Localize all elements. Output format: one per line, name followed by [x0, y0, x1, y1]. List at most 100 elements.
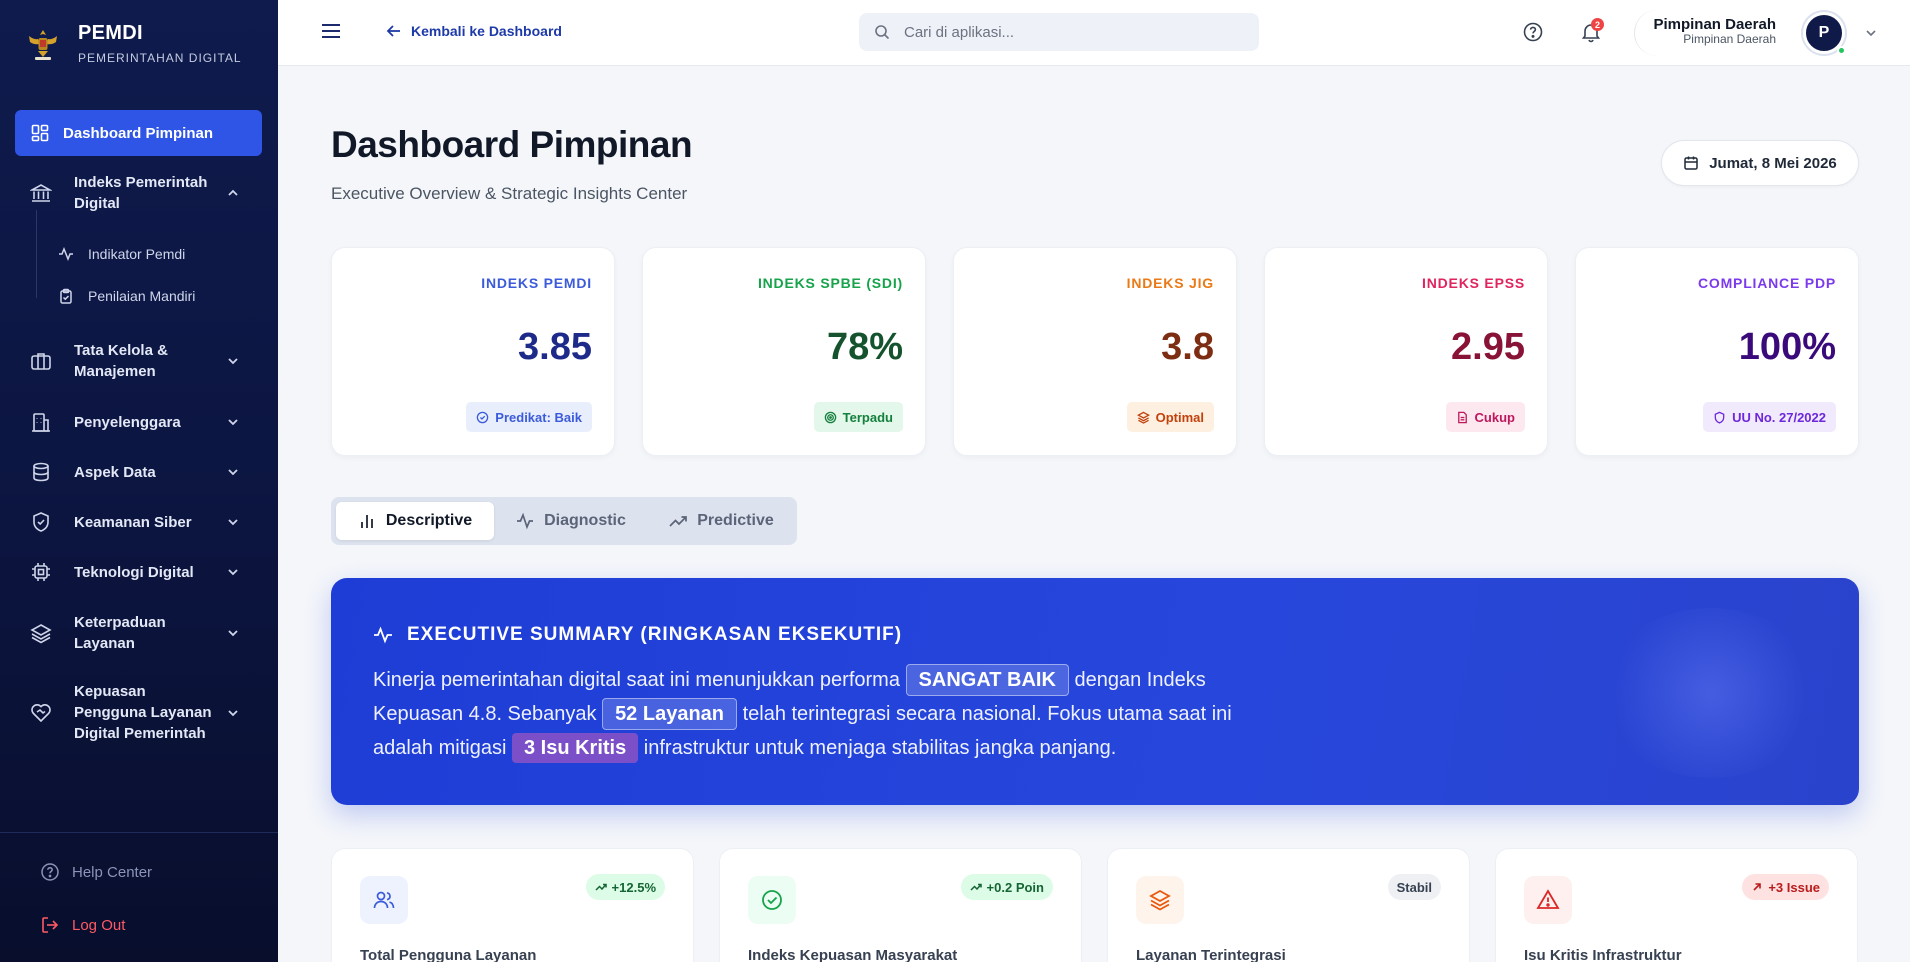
search-input[interactable] [904, 23, 1224, 41]
arrow-up-right-icon [1753, 883, 1762, 891]
sidebar-item-label: Aspek Data [74, 463, 156, 481]
help-icon[interactable] [1522, 21, 1544, 43]
kpi-card-indeks-jig[interactable]: INDEKS JIG 3.8 Optimal [953, 247, 1237, 456]
kpi-badge-label: Cukup [1474, 409, 1515, 425]
kpi-badge: Cukup [1445, 402, 1525, 432]
sidebar-item-label: Kepuasan Pengguna Layanan Digital Pemeri… [74, 683, 212, 742]
stat-card-isu-kritis[interactable]: +3 Issue Isu Kritis Infrastruktur [1495, 848, 1858, 962]
sidebar-item-label: Keterpaduan Layanan [74, 614, 166, 652]
bar-chart-icon [361, 515, 373, 528]
target-icon [824, 411, 836, 423]
page-subtitle: Executive Overview & Strategic Insights … [331, 184, 688, 203]
kpi-card-indeks-spbe[interactable]: INDEKS SPBE (SDI) 78% Terpadu [642, 247, 926, 456]
card-title: Indeks Kepuasan Masyarakat [748, 947, 958, 962]
chevron-down-icon[interactable] [226, 706, 240, 720]
kpi-badge-label: Predikat: Baik [495, 409, 582, 425]
kpi-card-compliance-pdp[interactable]: COMPLIANCE PDP 100% UU No. 27/2022 [1575, 247, 1859, 456]
stat-card-indeks-kepuasan[interactable]: +0.2 Poin Indeks Kepuasan Masyarakat [719, 848, 1082, 962]
card-icon-box [1136, 876, 1184, 924]
search-icon [875, 25, 890, 40]
sidebar-item-label: Penyelenggara [74, 413, 181, 431]
sidebar-item-label: Tata Kelola & Manajemen [74, 342, 168, 380]
trend-chip-label: +12.5% [611, 879, 656, 895]
card-title: Total Pengguna Layanan [360, 947, 537, 962]
tab-label: Predictive [697, 512, 774, 529]
kpi-label: INDEKS JIG [1126, 275, 1214, 291]
sidebar-item-keamanan-siber[interactable]: Keamanan Siber [30, 511, 240, 533]
trend-chip-label: +0.2 Poin [986, 879, 1044, 895]
chevron-down-icon[interactable] [226, 515, 240, 529]
shield-icon [1714, 411, 1725, 424]
menu-icon[interactable] [320, 20, 342, 42]
trend-chip-label: +3 Issue [1768, 879, 1820, 895]
highlight-critical-issues: 3 Isu Kritis [511, 733, 639, 763]
kpi-value: 3.85 [518, 326, 592, 368]
executive-summary-heading: EXECUTIVE SUMMARY (RINGKASAN EKSEKUTIF) [373, 624, 902, 646]
sidebar-subitem-penilaian-mandiri[interactable]: Penilaian Mandiri [58, 288, 195, 304]
bank-icon [30, 184, 52, 202]
kpi-label: COMPLIANCE PDP [1698, 275, 1836, 291]
activity-icon [374, 626, 392, 644]
stat-card-total-pengguna[interactable]: +12.5% Total Pengguna Layanan [331, 848, 694, 962]
chevron-down-icon[interactable] [226, 415, 240, 429]
layers-icon [1136, 411, 1150, 424]
stat-card-layanan-terintegrasi[interactable]: Stabil Layanan Terintegrasi [1107, 848, 1470, 962]
tab-diagnostic[interactable]: Diagnostic [496, 502, 646, 540]
sidebar-item-keterpaduan-layanan[interactable]: Keterpaduan Layanan [30, 612, 240, 654]
trend-chip: +3 Issue [1742, 874, 1829, 900]
sidebar-item-tata-kelola[interactable]: Tata Kelola & Manajemen [30, 340, 240, 382]
card-icon-box [748, 876, 796, 924]
tab-descriptive[interactable]: Descriptive [336, 502, 494, 540]
brand-subtitle: PEMERINTAHAN DIGITAL [78, 51, 242, 65]
layers-icon [30, 624, 52, 644]
date-chip[interactable]: Jumat, 8 Mei 2026 [1661, 140, 1859, 186]
kpi-badge: UU No. 27/2022 [1703, 402, 1836, 432]
analysis-tabs: Descriptive Diagnostic Predictive [331, 497, 797, 545]
status-chip: Stabil [1387, 874, 1441, 900]
sidebar-item-kepuasan-pengguna[interactable]: Kepuasan Pengguna Layanan Digital Pemeri… [30, 681, 240, 744]
sidebar-item-label: Keamanan Siber [74, 513, 192, 531]
sidebar-subitem-label: Indikator Pemdi [88, 246, 186, 262]
kpi-badge: Terpadu [813, 402, 903, 432]
help-center-link[interactable]: Help Center [40, 862, 152, 882]
building-icon [32, 413, 50, 432]
chevron-down-icon[interactable] [226, 626, 240, 640]
chevron-down-icon[interactable] [226, 565, 240, 579]
cpu-icon [32, 563, 50, 581]
chevron-up-icon[interactable] [226, 186, 240, 200]
chevron-down-icon[interactable] [1864, 26, 1878, 40]
page-title: Dashboard Pimpinan [331, 124, 693, 165]
shield-icon [33, 512, 49, 532]
sidebar-divider [0, 832, 278, 833]
logout-label: Log Out [72, 916, 126, 934]
back-to-dashboard-link[interactable]: Kembali ke Dashboard [386, 23, 562, 39]
submenu-line [36, 210, 37, 298]
trending-up-icon [595, 883, 607, 891]
chevron-down-icon[interactable] [226, 354, 240, 368]
tab-label: Diagnostic [544, 512, 626, 529]
kpi-card-indeks-epss[interactable]: INDEKS EPSS 2.95 Cukup [1264, 247, 1548, 456]
sidebar-item-penyelenggara[interactable]: Penyelenggara [30, 411, 240, 433]
user-role: Pimpinan Daerah [1683, 32, 1776, 46]
activity-icon [517, 512, 534, 530]
help-center-label: Help Center [72, 863, 153, 881]
kpi-value: 3.8 [1161, 326, 1214, 368]
chevron-down-icon[interactable] [226, 465, 240, 479]
sidebar-subitem-indikator-pemdi[interactable]: Indikator Pemdi [58, 246, 185, 262]
sidebar-item-indeks-pemerintah-digital[interactable]: Indeks Pemerintah Digital [30, 172, 240, 214]
logout-button[interactable]: Log Out [40, 915, 125, 935]
kpi-card-indeks-pemdi[interactable]: INDEKS PEMDI 3.85 Predikat: Baik [331, 247, 615, 456]
sidebar-item-aspek-data[interactable]: Aspek Data [30, 461, 240, 483]
executive-summary-title: EXECUTIVE SUMMARY (RINGKASAN EKSEKUTIF) [407, 624, 903, 645]
sidebar-item-teknologi-digital[interactable]: Teknologi Digital [30, 561, 240, 583]
sidebar-item-label: Indeks Pemerintah Digital [74, 174, 208, 212]
online-status-dot [1837, 46, 1846, 55]
tab-predictive[interactable]: Predictive [649, 502, 794, 540]
trend-chip: +12.5% [585, 874, 665, 900]
brand[interactable]: PEMDI PEMERINTAHAN DIGITAL [26, 22, 242, 65]
logout-icon [42, 917, 59, 933]
search-bar[interactable] [859, 13, 1259, 51]
clipboard-check-icon [60, 288, 72, 304]
sidebar-item-dashboard-pimpinan[interactable]: Dashboard Pimpinan [15, 110, 262, 156]
activity-icon [59, 246, 73, 262]
